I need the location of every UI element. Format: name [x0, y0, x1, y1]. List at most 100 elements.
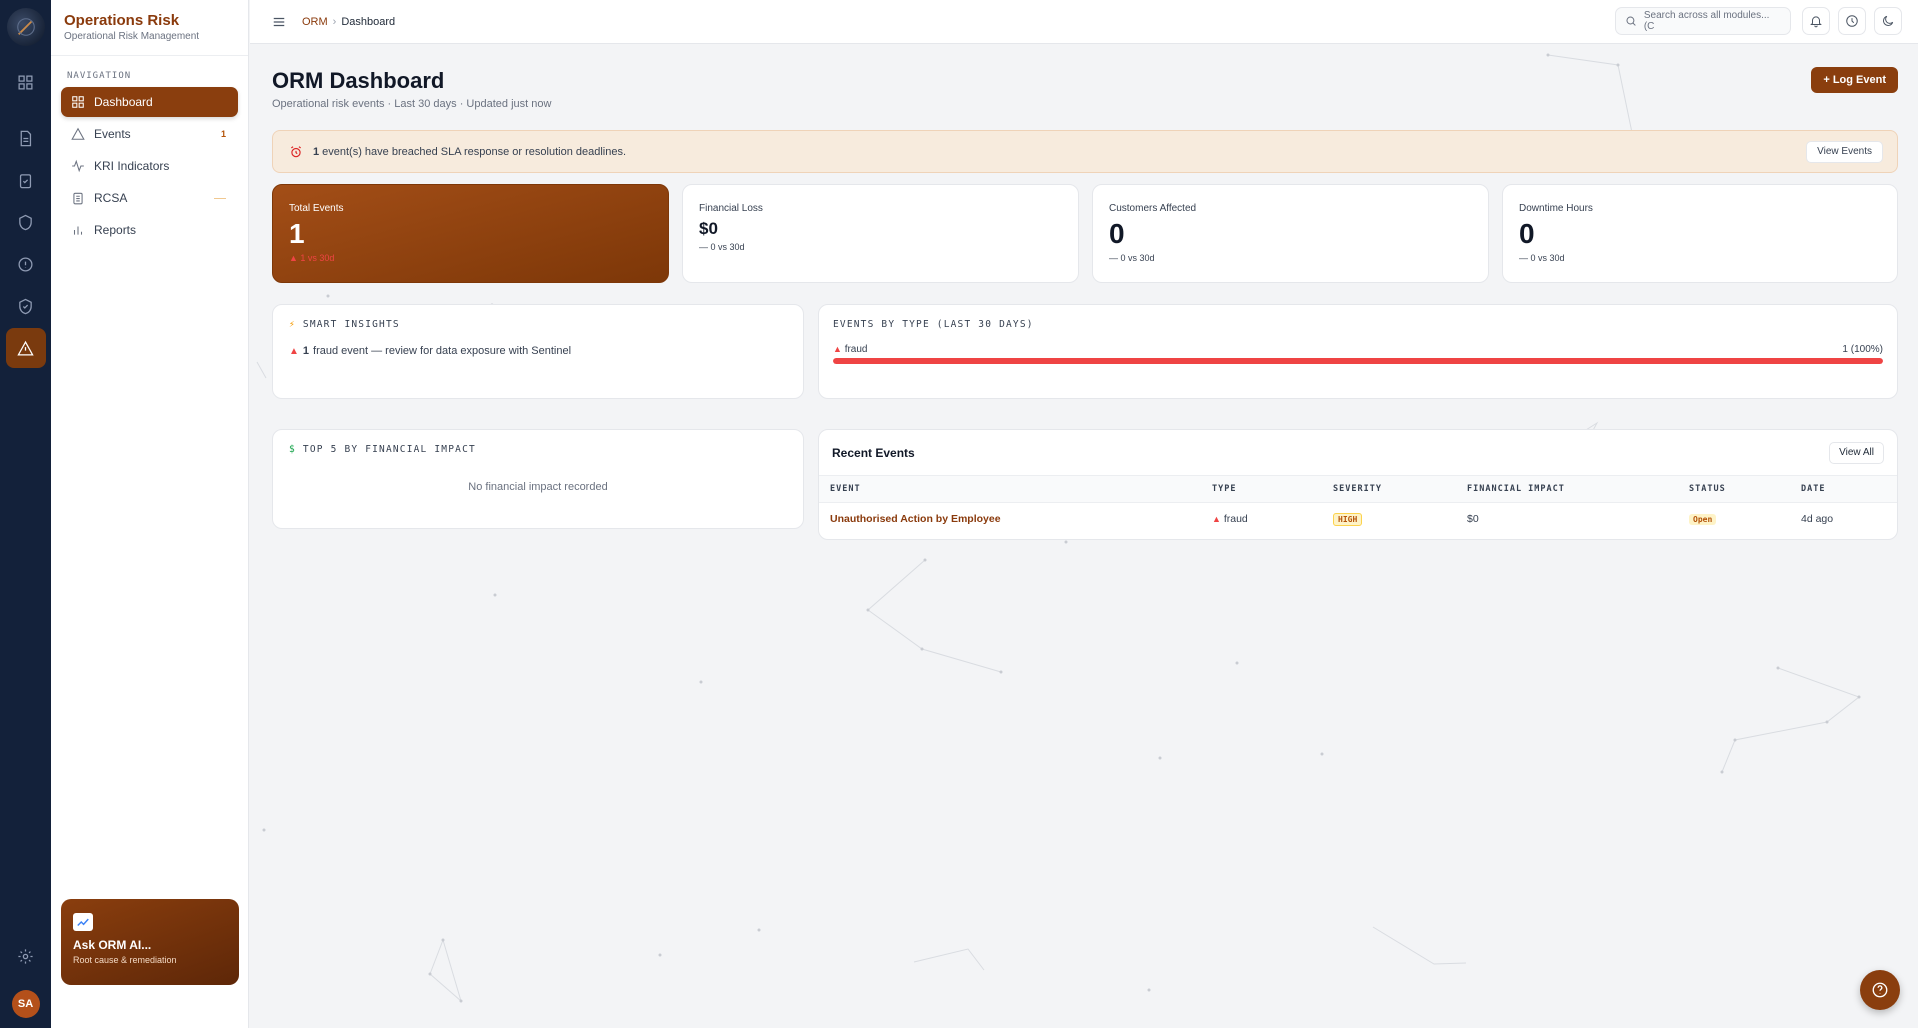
view-events-button[interactable]: View Events	[1806, 140, 1883, 163]
kpi-financial-loss: Financial Loss $0 — 0 vs 30d	[682, 184, 1079, 283]
alarm-clock-icon	[291, 145, 301, 157]
type-row: ▲ fraud 1 (100%)	[833, 344, 1883, 355]
brand-subtitle: Operational Risk Management	[64, 31, 200, 42]
icon-rail: SA	[0, 0, 51, 1028]
alert-count: 1	[313, 145, 320, 158]
settings-button[interactable]	[6, 936, 46, 976]
kpi-value: 0	[1519, 218, 1535, 249]
kpi-value: $0	[699, 219, 718, 238]
kpi-delta: ▲ 1 vs 30d	[289, 253, 335, 263]
recent-events-card: Recent Events View All EVENT TYPE SEVERI…	[818, 429, 1898, 540]
activity-icon	[72, 159, 84, 173]
sidebar-item-reports[interactable]: Reports	[61, 215, 238, 245]
table-header-row: EVENT TYPE SEVERITY FINANCIAL IMPACT STA…	[819, 476, 1897, 503]
bell-icon	[1810, 16, 1822, 28]
shield-icon	[19, 214, 32, 230]
dark-mode-toggle[interactable]	[1874, 7, 1902, 35]
col-event[interactable]: EVENT	[819, 476, 1201, 503]
kpi-delta: — 0 vs 30d	[1519, 253, 1565, 263]
siren-icon: ▲	[1212, 513, 1221, 524]
rail-orm-icon[interactable]	[5, 328, 46, 368]
alert-triangle-icon	[71, 127, 85, 140]
nav-section-label: NAVIGATION	[67, 71, 132, 81]
bar-chart-icon	[73, 226, 83, 235]
history-button[interactable]	[1838, 7, 1866, 35]
clipboard-check-icon	[19, 173, 32, 188]
info-circle-icon	[18, 256, 33, 272]
sidebar-item-label: KRI Indicators	[94, 159, 170, 173]
app-logo[interactable]	[6, 8, 45, 46]
global-search-input[interactable]: Search across all modules... (C	[1615, 7, 1791, 35]
recent-events-header: Recent Events View All	[819, 430, 1897, 476]
type-bar-fill	[833, 358, 1883, 364]
rail-document-icon[interactable]	[6, 118, 46, 158]
rail-shield-check-icon[interactable]	[6, 286, 46, 326]
search-placeholder: Search across all modules... (C	[1643, 10, 1770, 32]
alert-text: event(s) have breached SLA response or r…	[322, 145, 627, 158]
siren-icon: ▲	[289, 345, 299, 357]
sidebar-item-rcsa[interactable]: RCSA	[61, 183, 238, 213]
money-icon: $	[289, 444, 296, 455]
view-all-button[interactable]: View All	[1829, 441, 1884, 464]
kpi-label: Financial Loss	[699, 203, 763, 214]
recent-events-title: Recent Events	[832, 445, 915, 460]
brand-title: Operations Risk	[64, 12, 180, 29]
type-label: ▲ fraud	[833, 344, 868, 355]
hamburger-menu-icon[interactable]	[272, 15, 286, 29]
events-by-type-card: EVENTS BY TYPE (LAST 30 DAYS) ▲ fraud 1 …	[818, 304, 1898, 399]
help-button[interactable]	[1860, 970, 1900, 1010]
events-by-type-title: EVENTS BY TYPE (LAST 30 DAYS)	[833, 319, 1034, 330]
shield-check-icon	[19, 298, 32, 314]
document-icon	[20, 130, 32, 146]
kpi-customers-affected: Customers Affected 0 — 0 vs 30d	[1092, 184, 1489, 283]
table-row[interactable]: Unauthorised Action by Employee ▲ fraud …	[819, 502, 1897, 535]
sidebar-item-events[interactable]: Events 1	[61, 119, 238, 149]
search-icon	[1626, 16, 1636, 26]
status-cell: Open	[1678, 502, 1790, 535]
kpi-delta: — 0 vs 30d	[1109, 253, 1155, 263]
col-date[interactable]: DATE	[1790, 476, 1897, 503]
top-bar: ORM › Dashboard Search across all module…	[250, 0, 1918, 44]
kpi-delta: — 0 vs 30d	[699, 242, 745, 252]
page-title: ORM Dashboard	[272, 68, 445, 93]
brand-block: Operations Risk Operational Risk Managem…	[51, 0, 248, 56]
breadcrumb-separator: ›	[332, 15, 337, 28]
log-event-button[interactable]: + Log Event	[1811, 67, 1898, 93]
col-financial-impact[interactable]: FINANCIAL IMPACT	[1456, 476, 1678, 503]
page-subtitle: Operational risk events · Last 30 days ·…	[272, 98, 552, 110]
event-type: fraud	[1223, 512, 1248, 525]
kpi-total-events: Total Events 1 ▲ 1 vs 30d	[272, 184, 669, 283]
sidebar-item-dashboard[interactable]: Dashboard	[61, 87, 238, 117]
grid-icon	[18, 74, 33, 90]
rail-clipboard-icon[interactable]	[6, 160, 46, 200]
sidebar-item-label: Reports	[94, 223, 137, 237]
question-circle-icon	[1872, 982, 1888, 998]
col-severity[interactable]: SEVERITY	[1322, 476, 1456, 503]
rail-modules-icon[interactable]	[6, 62, 46, 102]
user-avatar[interactable]: SA	[11, 990, 40, 1018]
type-name: fraud	[844, 344, 868, 355]
col-status[interactable]: STATUS	[1678, 476, 1790, 503]
event-name-link[interactable]: Unauthorised Action by Employee	[819, 502, 1201, 535]
col-type[interactable]: TYPE	[1201, 476, 1322, 503]
warning-triangle-icon	[17, 340, 34, 356]
rail-info-icon[interactable]	[6, 244, 46, 284]
top5-financial-card: $ TOP 5 BY FINANCIAL IMPACT No financial…	[272, 429, 804, 529]
smart-insights-heading: ⚡ SMART INSIGHTS	[289, 319, 787, 330]
type-count: 1 (100%)	[1842, 344, 1883, 355]
lightning-icon: ⚡	[289, 319, 296, 330]
ask-ai-card[interactable]: Ask ORM AI... Root cause & remediation	[61, 899, 239, 985]
events-count-badge: 1	[220, 129, 226, 139]
severity-cell: HIGH	[1322, 502, 1456, 535]
breadcrumb-root[interactable]: ORM	[302, 16, 328, 28]
sidebar-item-kri-indicators[interactable]: KRI Indicators	[61, 151, 238, 181]
top5-title: TOP 5 BY FINANCIAL IMPACT	[302, 444, 476, 455]
breadcrumb-current: Dashboard	[341, 15, 396, 28]
event-type-cell: ▲ fraud	[1201, 502, 1322, 535]
clipboard-icon	[73, 192, 83, 205]
kpi-label: Downtime Hours	[1519, 203, 1593, 214]
kpi-label: Total Events	[289, 203, 344, 214]
notifications-button[interactable]	[1802, 7, 1830, 35]
smart-insights-title: SMART INSIGHTS	[302, 319, 400, 330]
rail-shield-icon[interactable]	[6, 202, 46, 242]
